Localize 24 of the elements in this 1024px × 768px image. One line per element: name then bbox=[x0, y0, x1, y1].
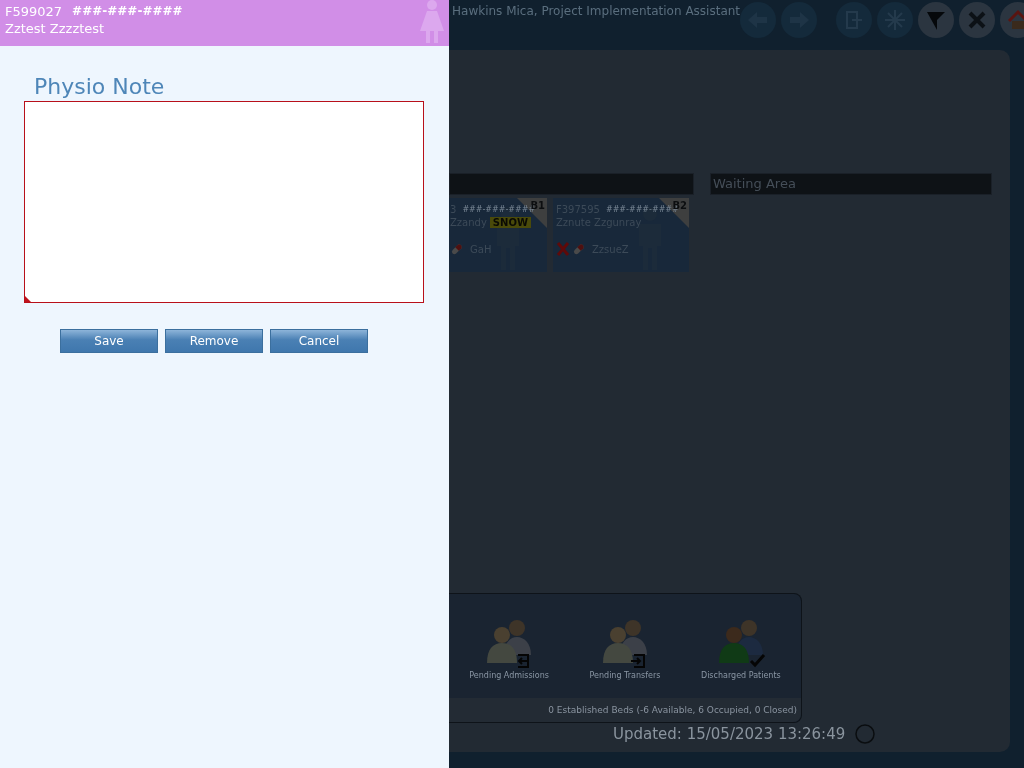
updated-time: Updated: 15/05/2023 13:26:49 bbox=[613, 725, 846, 743]
quick-action[interactable]: Pending Transfers bbox=[589, 616, 661, 680]
quick-action[interactable]: Pending Admissions bbox=[469, 616, 549, 680]
patient-id: F599027 bbox=[5, 4, 63, 19]
female-figure-icon bbox=[417, 0, 447, 44]
status-circle-icon bbox=[855, 724, 876, 744]
user-label: Hawkins Mica, Project Implementation Assistant bbox=[452, 4, 741, 18]
exit-door-icon[interactable] bbox=[836, 2, 873, 38]
column-header: Waiting Area bbox=[710, 173, 992, 195]
dialog-button[interactable]: Cancel bbox=[270, 329, 368, 353]
dialog-button[interactable]: Save bbox=[60, 329, 158, 353]
dialog-button[interactable]: Remove bbox=[165, 329, 263, 353]
bed-summary: 0 Established Beds (-6 Available, 6 Occupied, 0 Closed) bbox=[449, 698, 801, 722]
pill-icon bbox=[450, 242, 464, 256]
note-field[interactable] bbox=[24, 101, 424, 303]
quick-action[interactable]: Discharged Patients bbox=[701, 616, 781, 680]
tag-badge: SNOW bbox=[489, 217, 531, 228]
patient-name: Zztest Zzzztest bbox=[5, 21, 106, 36]
pill-icon bbox=[572, 242, 586, 256]
dialog-title: Physio Note bbox=[33, 74, 166, 99]
patient-phone: ###-###-#### bbox=[72, 4, 183, 19]
filter-flag-icon[interactable] bbox=[918, 2, 955, 38]
error-corner-icon bbox=[25, 296, 31, 302]
close-icon[interactable] bbox=[959, 2, 996, 38]
